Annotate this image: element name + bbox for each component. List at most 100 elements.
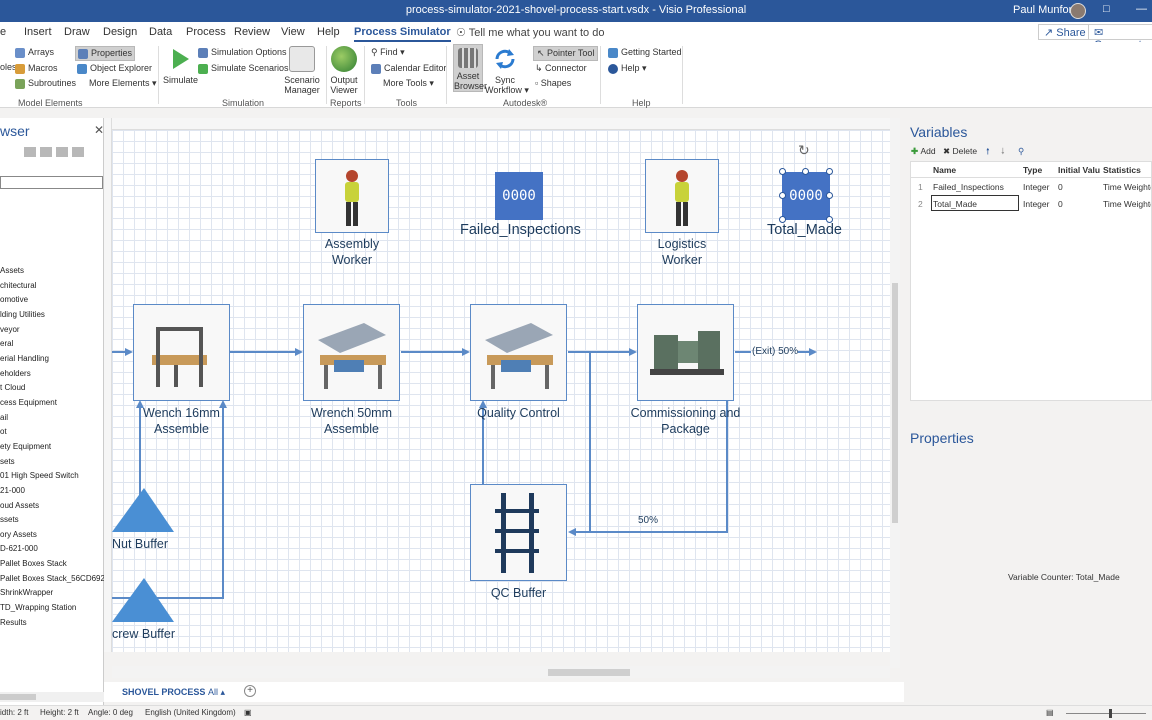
scrollbar-thumb[interactable] bbox=[0, 694, 36, 700]
ribbon-display-icon[interactable]: □ bbox=[1103, 3, 1110, 15]
move-down-icon[interactable]: 🠗 bbox=[1001, 146, 1005, 160]
more-elements-button[interactable]: More Elements ▾ bbox=[89, 78, 157, 89]
zoom-slider[interactable] bbox=[1066, 713, 1146, 714]
resize-handle[interactable] bbox=[779, 216, 786, 223]
total-made-counter[interactable]: 0000 bbox=[782, 172, 830, 220]
resize-handle[interactable] bbox=[779, 192, 786, 199]
list-item[interactable]: lding Utilities bbox=[0, 308, 104, 323]
variable-statistics[interactable]: Time Weighte bbox=[1103, 199, 1151, 209]
list-item[interactable]: cess Equipment bbox=[0, 396, 104, 411]
list-item[interactable]: 21-000 bbox=[0, 484, 104, 499]
find-button[interactable]: ⚲ Find ▾ bbox=[371, 47, 405, 58]
delete-variable-button[interactable]: ✖ Delete bbox=[943, 146, 977, 157]
failed-inspections-counter[interactable]: 0000 bbox=[495, 172, 543, 220]
arrays-button[interactable]: Arrays bbox=[15, 47, 54, 58]
tab-process-simulator[interactable]: Process Simulator bbox=[354, 26, 451, 42]
nut-buffer-shape[interactable] bbox=[112, 486, 176, 534]
list-item[interactable]: ot bbox=[0, 425, 104, 440]
assembly-worker-shape[interactable] bbox=[315, 159, 389, 233]
asset-search-input[interactable] bbox=[0, 176, 103, 189]
screw-buffer-shape[interactable] bbox=[112, 576, 176, 624]
properties-button[interactable]: Properties bbox=[75, 46, 136, 61]
tab-process[interactable]: Process bbox=[186, 26, 226, 38]
list-item[interactable]: t Cloud bbox=[0, 381, 104, 396]
close-icon[interactable]: ✕ bbox=[94, 123, 104, 137]
comments-button[interactable]: ✉ Comments bbox=[1088, 24, 1152, 51]
more-tools-button[interactable]: More Tools ▾ bbox=[383, 78, 434, 89]
minimize-icon[interactable]: — bbox=[1136, 3, 1147, 15]
qc-buffer-shape[interactable] bbox=[470, 484, 567, 581]
add-page-icon[interactable]: + bbox=[244, 685, 256, 697]
variable-initial-value[interactable]: 0 bbox=[1058, 182, 1063, 192]
variable-name[interactable]: Total_Made bbox=[933, 199, 977, 209]
quality-control-shape[interactable] bbox=[470, 304, 567, 401]
object-explorer-button[interactable]: Object Explorer bbox=[77, 63, 152, 74]
scrollbar-thumb[interactable] bbox=[892, 283, 898, 523]
status-height[interactable]: Height: 2 ft bbox=[40, 708, 79, 717]
tab-draw[interactable]: Draw bbox=[64, 26, 90, 38]
logistics-worker-shape[interactable] bbox=[645, 159, 719, 233]
list-item[interactable]: veyor bbox=[0, 323, 104, 338]
scenario-manager-button[interactable]: Scenario Manager bbox=[284, 46, 320, 95]
connector[interactable] bbox=[568, 351, 630, 353]
tell-me-search[interactable]: ☉ Tell me what you want to do bbox=[456, 26, 604, 39]
macro-record-icon[interactable]: ▣ bbox=[244, 708, 252, 717]
list-item[interactable]: Assets bbox=[0, 264, 104, 279]
list-item[interactable]: ail bbox=[0, 411, 104, 426]
variable-statistics[interactable]: Time Weighte bbox=[1103, 182, 1151, 192]
column-header-type[interactable]: Type bbox=[1023, 165, 1042, 175]
list-item[interactable]: erial Handling bbox=[0, 352, 104, 367]
asset-browser-button[interactable]: Asset Browser bbox=[453, 44, 487, 92]
find-variable-icon[interactable]: ⚲ bbox=[1018, 146, 1024, 157]
refresh-icon[interactable] bbox=[72, 147, 84, 157]
tab-help[interactable]: Help bbox=[317, 26, 340, 38]
resize-handle[interactable] bbox=[826, 192, 833, 199]
tab-data[interactable]: Data bbox=[149, 26, 172, 38]
status-language[interactable]: English (United Kingdom) bbox=[145, 708, 236, 717]
resize-handle[interactable] bbox=[802, 168, 809, 175]
help-button[interactable]: Help ▾ bbox=[608, 63, 647, 74]
connector[interactable] bbox=[112, 351, 126, 353]
connector[interactable] bbox=[589, 352, 591, 532]
tab-insert[interactable]: Insert bbox=[24, 26, 52, 38]
drawing-canvas[interactable]: (Exit) 50% 50% Assembly Worker Logistics… bbox=[112, 130, 890, 652]
list-item[interactable]: chitectural bbox=[0, 279, 104, 294]
connector[interactable] bbox=[401, 351, 463, 353]
list-item[interactable]: Pallet Boxes Stack bbox=[0, 557, 104, 572]
page-tab-shovel-process[interactable]: SHOVEL PROCESS bbox=[122, 687, 205, 697]
resize-handle[interactable] bbox=[779, 168, 786, 175]
rotate-handle-icon[interactable]: ↻ bbox=[798, 142, 810, 159]
connector[interactable] bbox=[230, 351, 296, 353]
simulation-options-button[interactable]: Simulation Options bbox=[198, 47, 287, 58]
resize-handle[interactable] bbox=[826, 216, 833, 223]
list-item[interactable]: oud Assets bbox=[0, 499, 104, 514]
macros-button[interactable]: Macros bbox=[15, 63, 58, 74]
canvas-horizontal-scrollbar[interactable] bbox=[112, 666, 890, 678]
fit-page-icon[interactable]: ▤ bbox=[1046, 708, 1054, 717]
filter-icon[interactable] bbox=[56, 147, 68, 157]
canvas-vertical-scrollbar[interactable] bbox=[890, 118, 900, 668]
column-header-initial-value[interactable]: Initial Valu bbox=[1058, 165, 1100, 175]
list-view-icon[interactable] bbox=[40, 147, 52, 157]
panel-scrollbar[interactable] bbox=[0, 692, 104, 702]
wrench-50mm-assemble-shape[interactable] bbox=[303, 304, 400, 401]
variable-name[interactable]: Failed_Inspections bbox=[933, 182, 1004, 192]
subroutines-button[interactable]: Subroutines bbox=[15, 78, 76, 89]
connector[interactable] bbox=[735, 351, 751, 353]
list-item[interactable]: ory Assets bbox=[0, 528, 104, 543]
list-item[interactable]: sets bbox=[0, 455, 104, 470]
zoom-slider-thumb[interactable] bbox=[1109, 709, 1112, 718]
wench-assemble-shape[interactable] bbox=[133, 304, 230, 401]
variable-initial-value[interactable]: 0 bbox=[1058, 199, 1063, 209]
list-item[interactable]: Pallet Boxes Stack_56CD6927E bbox=[0, 572, 104, 587]
connector-button[interactable]: ↳ Connector bbox=[535, 63, 587, 74]
list-item[interactable]: ety Equipment bbox=[0, 440, 104, 455]
variable-type[interactable]: Integer bbox=[1023, 182, 1049, 192]
sort-icon[interactable] bbox=[24, 147, 36, 157]
add-variable-button[interactable]: ✚ Add bbox=[911, 146, 936, 157]
avatar[interactable] bbox=[1070, 3, 1086, 19]
list-item[interactable]: TD_Wrapping Station bbox=[0, 601, 104, 616]
tab-view[interactable]: View bbox=[281, 26, 305, 38]
getting-started-button[interactable]: Getting Started bbox=[608, 47, 682, 58]
list-item[interactable]: eral bbox=[0, 337, 104, 352]
